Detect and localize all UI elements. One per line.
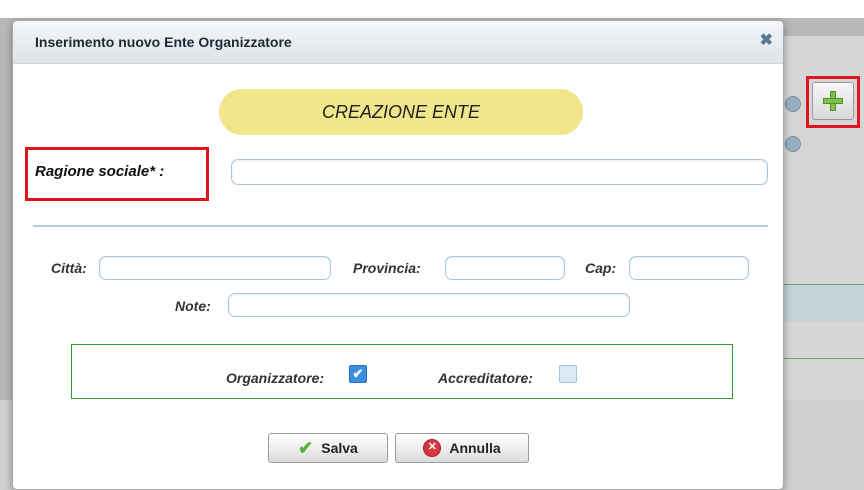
creazione-ente-banner: CREAZIONE ENTE (219, 89, 583, 135)
dialog-titlebar: Inserimento nuovo Ente Organizzatore ✖ (13, 21, 783, 64)
plus-icon (823, 91, 843, 111)
background-dropdown-icon (785, 136, 801, 152)
cap-label: Cap: (585, 260, 617, 276)
accreditatore-checkbox[interactable] (559, 365, 577, 383)
ragione-sociale-label: Ragione sociale* : (35, 163, 165, 180)
note-label: Note: (175, 298, 211, 314)
add-ente-button[interactable] (812, 82, 854, 120)
note-input[interactable] (228, 293, 630, 317)
organizzatore-label: Organizzatore: (226, 370, 325, 386)
background-divider (784, 358, 864, 359)
cancel-button[interactable]: ✕ Annulla (395, 433, 529, 463)
provincia-label: Provincia: (353, 260, 421, 276)
citta-input[interactable] (99, 256, 331, 280)
background-top (0, 0, 864, 18)
ragione-sociale-input[interactable] (231, 159, 768, 185)
save-button[interactable]: ✔ Salva (268, 433, 388, 463)
form-separator (33, 225, 768, 227)
cap-input[interactable] (629, 256, 749, 280)
cancel-button-label: Annulla (449, 440, 501, 456)
new-ente-dialog: Inserimento nuovo Ente Organizzatore ✖ C… (12, 20, 784, 490)
close-icon[interactable]: ✖ (760, 30, 773, 50)
provincia-input[interactable] (445, 256, 565, 280)
background-table-row (784, 284, 864, 321)
citta-label: Città: (51, 260, 87, 276)
background-dropdown-icon (785, 96, 801, 112)
organizzatore-checkbox[interactable]: ✔ (349, 365, 367, 383)
save-button-label: Salva (321, 440, 358, 456)
cancel-circle-icon: ✕ (423, 439, 442, 457)
checkmark-icon: ✔ (298, 438, 314, 458)
dialog-title: Inserimento nuovo Ente Organizzatore (35, 34, 292, 50)
accreditatore-label: Accreditatore: (438, 370, 533, 386)
roles-group (71, 344, 733, 399)
